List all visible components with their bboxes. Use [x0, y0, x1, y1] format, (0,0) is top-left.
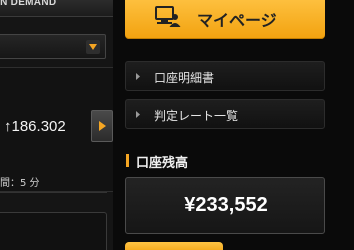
on-demand-header: ON DEMAND: [0, 0, 113, 17]
chevron-right-icon: [136, 111, 140, 118]
menu-item-account-statement[interactable]: 口座明細書: [125, 61, 325, 91]
dropdown-arrow-icon[interactable]: [86, 40, 100, 54]
menu-item-label: 判定レート一覧: [154, 109, 239, 123]
expand-panel-button[interactable]: [91, 110, 113, 142]
chevron-right-icon: [136, 73, 140, 80]
on-demand-title: ON DEMAND: [0, 0, 57, 8]
user-monitor-icon: [155, 6, 181, 27]
action-button[interactable]: [125, 242, 223, 250]
product-select[interactable]: [0, 34, 106, 59]
balance-title: 口座残高: [136, 156, 189, 171]
menu-item-label: 口座明細書: [154, 71, 215, 85]
menu-item-rate-list[interactable]: 判定レート一覧: [125, 99, 325, 129]
balance-value: ¥233,552: [184, 194, 268, 216]
order-panel: [0, 212, 107, 250]
play-arrow-icon: [99, 121, 106, 131]
mypage-label: マイページ: [197, 11, 277, 30]
left-panel: ON DEMAND ↑186.302 間：5 分: [0, 0, 113, 250]
balance-box: ¥233,552: [125, 177, 325, 234]
divider: [0, 192, 107, 193]
mypage-button[interactable]: マイページ: [125, 0, 325, 39]
section-marker: [126, 154, 129, 167]
rate-value: ↑186.302: [4, 118, 66, 135]
interval-label: 間：5 分: [0, 178, 40, 189]
